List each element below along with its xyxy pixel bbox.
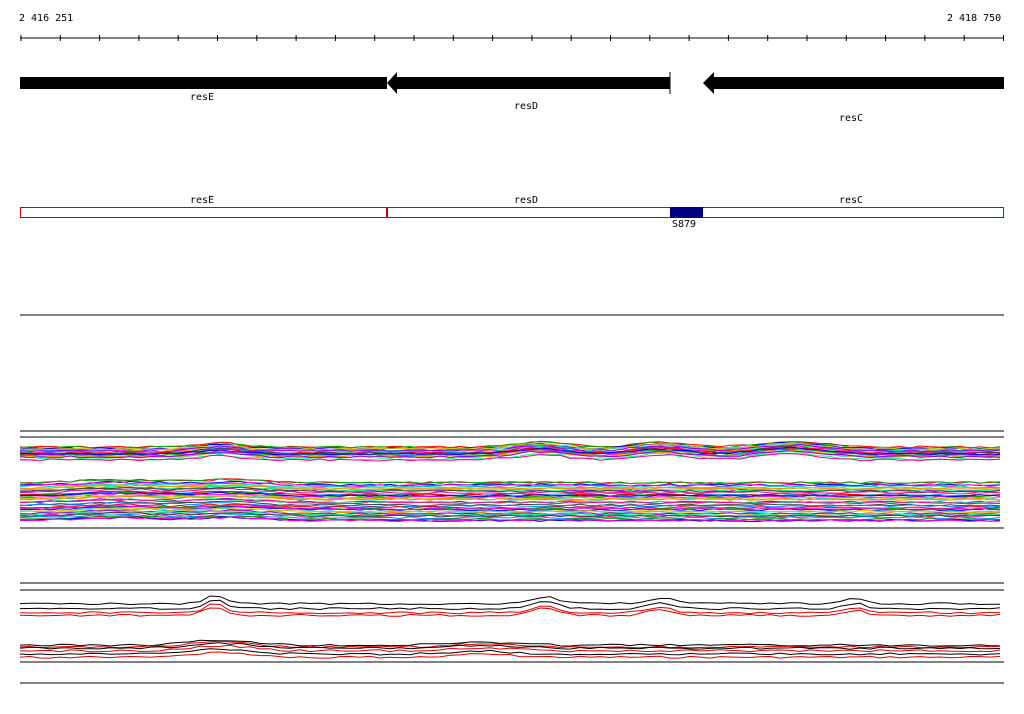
gene-arrow-resC[interactable] bbox=[703, 72, 1004, 94]
region-track bbox=[20, 207, 1004, 218]
gene-arrow-resE[interactable] bbox=[20, 77, 387, 89]
genome-browser-canvas bbox=[19, 35, 1004, 684]
feature-box-S879[interactable] bbox=[670, 207, 703, 218]
gene-arrow-resD[interactable] bbox=[387, 72, 670, 94]
expression-profile-track-2 bbox=[19, 582, 1004, 684]
coordinate-ruler bbox=[20, 35, 1004, 41]
region-bar bbox=[20, 207, 1004, 218]
gene-arrows bbox=[20, 72, 1004, 94]
profile-line bbox=[19, 639, 1001, 647]
profile-line bbox=[19, 595, 1000, 606]
expression-profile-track-1 bbox=[19, 430, 1004, 529]
